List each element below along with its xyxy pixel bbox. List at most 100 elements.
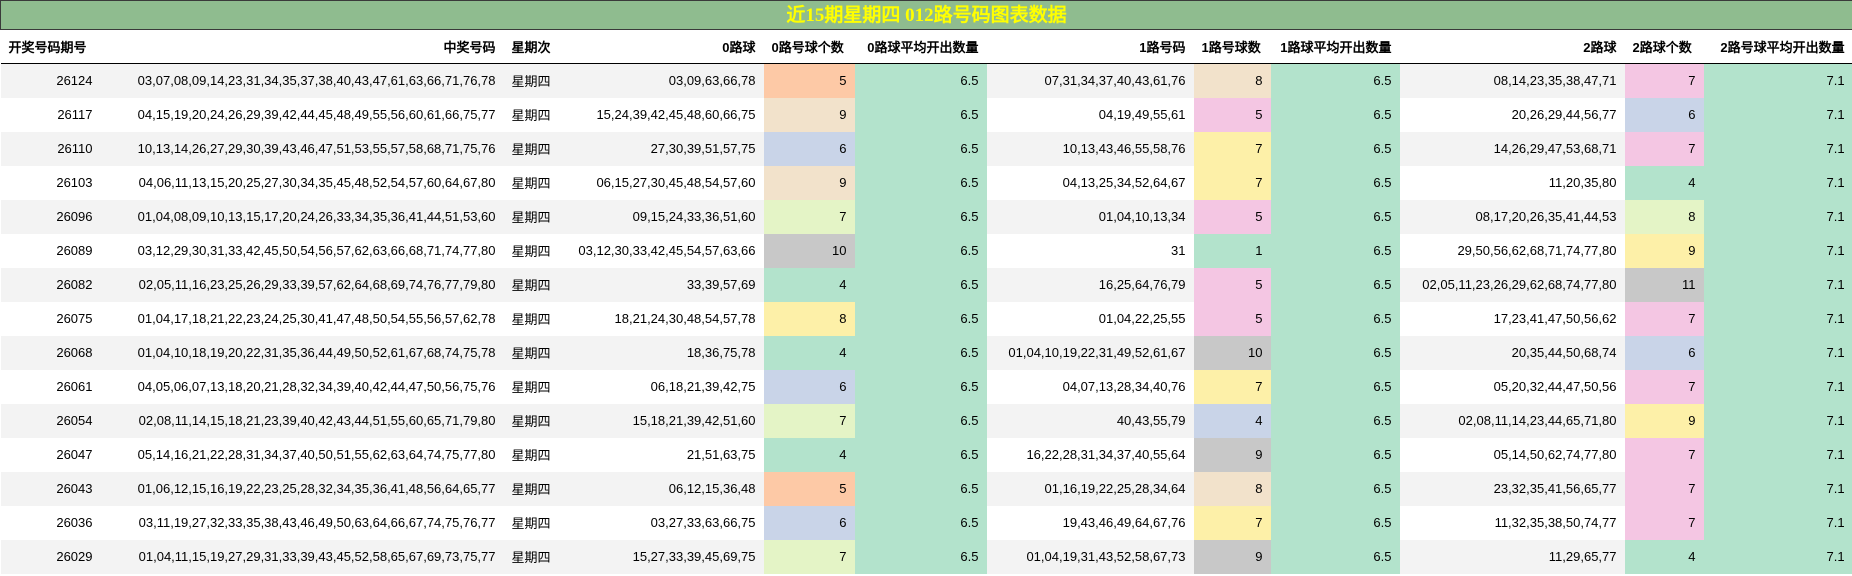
cell-issue: 26054 [0,403,101,438]
title-row: 近15期星期四 012路号码图表数据 [0,0,1852,30]
header-numbers: 中奖号码 [100,29,504,64]
cell-route0-avg: 6.5 [854,335,987,370]
cell-route0-balls: 18,36,75,78 [566,335,764,370]
cell-route1-avg: 6.5 [1270,369,1400,404]
cell-route1-balls: 40,43,55,79 [986,403,1194,438]
cell-route0-count: 5 [763,471,855,506]
cell-route1-balls: 01,16,19,22,25,28,34,64 [986,471,1194,506]
cell-numbers: 04,05,06,07,13,18,20,21,28,32,34,39,40,4… [100,369,504,404]
cell-issue: 26068 [0,335,101,370]
cell-route1-count: 1 [1193,233,1271,268]
table-row: 26124 03,07,08,09,14,23,31,34,35,37,38,40… [0,63,1852,98]
cell-route0-avg: 6.5 [854,369,987,404]
table-row: 26036 03,11,19,27,32,33,35,38,43,46,49,50… [0,505,1852,540]
cell-numbers: 02,08,11,14,15,18,21,23,39,40,42,43,44,5… [100,403,504,438]
cell-route2-balls: 05,14,50,62,74,77,80 [1399,437,1625,472]
cell-route1-balls: 10,13,43,46,55,58,76 [986,131,1194,166]
cell-route2-balls: 08,14,23,35,38,47,71 [1399,63,1625,98]
cell-route2-balls: 08,17,20,26,35,41,44,53 [1399,199,1625,234]
cell-weekday: 星期四 [503,301,567,336]
cell-route2-balls: 11,29,65,77 [1399,539,1625,574]
cell-route1-avg: 6.5 [1270,97,1400,132]
cell-route0-count: 6 [763,505,855,540]
header-row: 开奖号码期号 中奖号码 星期次 0路球 0路号球个数 0路球平均开出数量 1路号… [0,29,1852,64]
cell-route0-balls: 15,18,21,39,42,51,60 [566,403,764,438]
cell-route1-avg: 6.5 [1270,437,1400,472]
header-route2-avg: 2路号球平均开出数量 [1703,29,1852,64]
cell-route2-balls: 02,08,11,14,23,44,65,71,80 [1399,403,1625,438]
cell-route0-balls: 18,21,24,30,48,54,57,78 [566,301,764,336]
header-weekday: 星期次 [503,29,567,64]
cell-route2-avg: 7.1 [1703,539,1852,574]
cell-issue: 26061 [0,369,101,404]
header-route1-avg: 1路球平均开出数量 [1270,29,1400,64]
cell-numbers: 03,12,29,30,31,33,42,45,50,54,56,57,62,6… [100,233,504,268]
cell-route2-avg: 7.1 [1703,369,1852,404]
table-row: 26047 05,14,16,21,22,28,31,34,37,40,50,51… [0,437,1852,472]
cell-route0-avg: 6.5 [854,505,987,540]
cell-route1-avg: 6.5 [1270,403,1400,438]
cell-issue: 26082 [0,267,101,302]
cell-weekday: 星期四 [503,199,567,234]
cell-route1-count: 10 [1193,335,1271,370]
cell-route1-balls: 07,31,34,37,40,43,61,76 [986,63,1194,98]
cell-weekday: 星期四 [503,369,567,404]
cell-weekday: 星期四 [503,233,567,268]
cell-route0-balls: 09,15,24,33,36,51,60 [566,199,764,234]
table-row: 26096 01,04,08,09,10,13,15,17,20,24,26,33… [0,199,1852,234]
cell-route0-avg: 6.5 [854,233,987,268]
cell-route2-avg: 7.1 [1703,335,1852,370]
cell-route0-balls: 06,15,27,30,45,48,54,57,60 [566,165,764,200]
cell-route0-balls: 06,12,15,36,48 [566,471,764,506]
cell-route2-avg: 7.1 [1703,165,1852,200]
table-row: 26075 01,04,17,18,21,22,23,24,25,30,41,47… [0,301,1852,336]
header-route2-balls: 2路球 [1399,29,1625,64]
cell-route0-count: 4 [763,267,855,302]
cell-issue: 26096 [0,199,101,234]
cell-route2-avg: 7.1 [1703,97,1852,132]
cell-route1-balls: 04,07,13,28,34,40,76 [986,369,1194,404]
header-route1-balls: 1路号码 [986,29,1194,64]
cell-route2-count: 7 [1624,437,1704,472]
cell-weekday: 星期四 [503,131,567,166]
cell-route2-count: 6 [1624,335,1704,370]
cell-route0-count: 6 [763,369,855,404]
cell-route2-count: 7 [1624,301,1704,336]
cell-route2-balls: 05,20,32,44,47,50,56 [1399,369,1625,404]
cell-numbers: 04,15,19,20,24,26,29,39,42,44,45,48,49,5… [100,97,504,132]
cell-route0-avg: 6.5 [854,97,987,132]
cell-route1-balls: 01,04,10,19,22,31,49,52,61,67 [986,335,1194,370]
cell-route0-balls: 03,09,63,66,78 [566,63,764,98]
cell-route2-count: 4 [1624,165,1704,200]
cell-route2-count: 7 [1624,471,1704,506]
cell-route0-count: 4 [763,437,855,472]
cell-weekday: 星期四 [503,539,567,574]
cell-route0-count: 8 [763,301,855,336]
cell-route2-avg: 7.1 [1703,471,1852,506]
cell-route0-avg: 6.5 [854,267,987,302]
cell-route1-count: 7 [1193,505,1271,540]
cell-route1-avg: 6.5 [1270,233,1400,268]
header-route0-balls: 0路球 [566,29,764,64]
cell-numbers: 10,13,14,26,27,29,30,39,43,46,47,51,53,5… [100,131,504,166]
cell-route2-count: 6 [1624,97,1704,132]
cell-route1-avg: 6.5 [1270,335,1400,370]
cell-route0-balls: 15,24,39,42,45,48,60,66,75 [566,97,764,132]
table-row: 26068 01,04,10,18,19,20,22,31,35,36,44,49… [0,335,1852,370]
cell-route1-count: 5 [1193,267,1271,302]
cell-route1-balls: 01,04,19,31,43,52,58,67,73 [986,539,1194,574]
cell-route1-avg: 6.5 [1270,471,1400,506]
cell-route2-count: 8 [1624,199,1704,234]
cell-issue: 26075 [0,301,101,336]
cell-weekday: 星期四 [503,437,567,472]
cell-route1-count: 4 [1193,403,1271,438]
cell-route1-avg: 6.5 [1270,199,1400,234]
cell-weekday: 星期四 [503,403,567,438]
cell-route0-count: 7 [763,539,855,574]
cell-weekday: 星期四 [503,335,567,370]
cell-route2-balls: 11,32,35,38,50,74,77 [1399,505,1625,540]
cell-route1-avg: 6.5 [1270,505,1400,540]
cell-route0-avg: 6.5 [854,199,987,234]
cell-route1-count: 5 [1193,301,1271,336]
cell-issue: 26103 [0,165,101,200]
